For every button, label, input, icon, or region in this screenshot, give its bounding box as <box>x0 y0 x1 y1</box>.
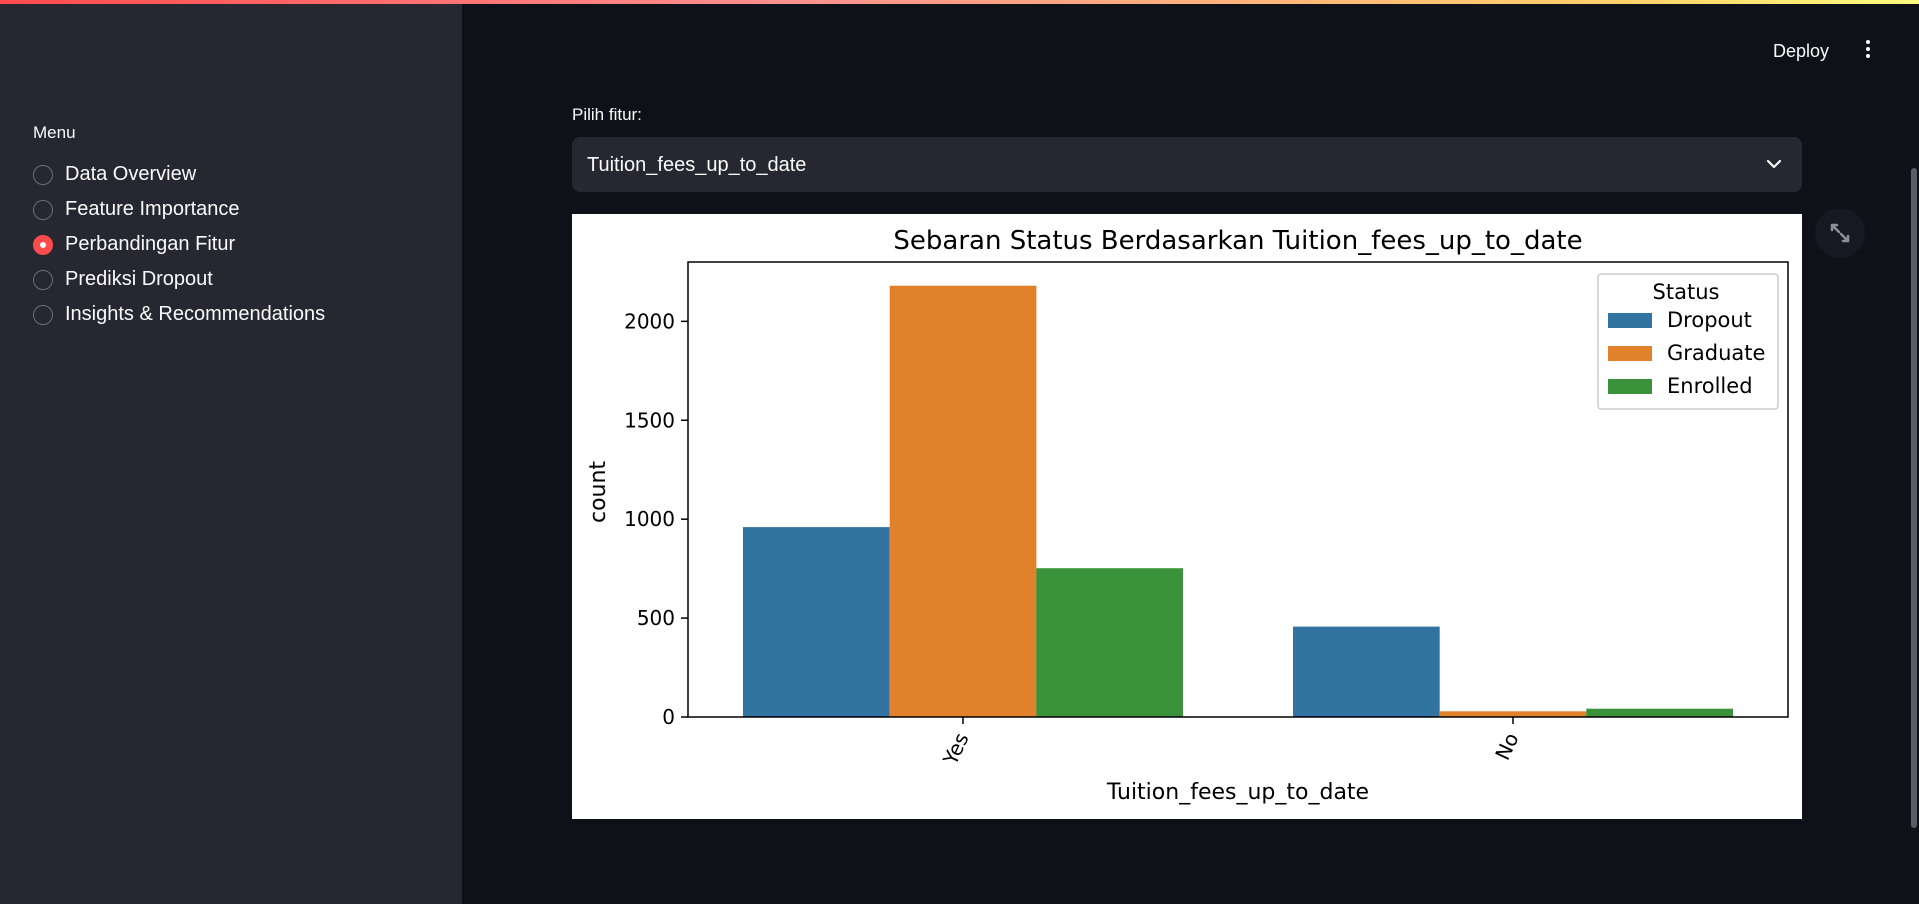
chart-title: Sebaran Status Berdasarkan Tuition_fees_… <box>893 226 1582 256</box>
y-tick-label: 500 <box>637 606 675 630</box>
y-axis-label: count <box>586 461 611 523</box>
menu-item-label: Insights & Recommendations <box>65 303 326 325</box>
y-tick-label: 2000 <box>624 309 675 333</box>
legend-title: Status <box>1653 280 1720 304</box>
fullscreen-expand-icon <box>1830 223 1850 243</box>
legend-label-graduate: Graduate <box>1667 341 1765 365</box>
y-axis: 0 500 1000 1500 2000 <box>624 309 688 729</box>
bar-enrolled-no <box>1586 708 1733 717</box>
menu-label: Menu <box>33 123 76 142</box>
menu-item-label: Data Overview <box>65 163 197 185</box>
bar-enrolled-yes <box>1036 568 1183 717</box>
legend: Status Dropout Graduate Enrolled <box>1597 273 1779 410</box>
legend-label-dropout: Dropout <box>1667 308 1752 332</box>
y-tick-label: 1000 <box>624 507 675 531</box>
radio-button[interactable] <box>33 199 53 220</box>
bar-dropout-no <box>1293 626 1440 717</box>
feature-select-value: Tuition_fees_up_to_date <box>587 154 807 176</box>
feature-select-label: Pilih fitur: <box>572 105 642 124</box>
x-tick-label: No <box>1490 729 1523 764</box>
legend-label-enrolled: Enrolled <box>1667 374 1753 398</box>
radio-button-selected[interactable] <box>33 234 53 255</box>
bar-graduate-yes <box>889 285 1037 717</box>
y-tick-label: 0 <box>662 705 675 729</box>
bars-group <box>743 285 1733 717</box>
x-tick-label: Yes <box>938 729 974 769</box>
menu-item-prediksi-dropout[interactable]: Prediksi Dropout <box>33 262 325 297</box>
sidebar: Menu Data Overview Feature Importance Pe… <box>0 4 462 904</box>
y-tick-label: 1500 <box>624 408 675 432</box>
scrollbar[interactable] <box>1911 168 1917 828</box>
radio-button[interactable] <box>33 269 53 290</box>
kebab-menu-icon[interactable] <box>1858 40 1878 64</box>
radio-button[interactable] <box>33 164 53 185</box>
menu-item-label: Prediksi Dropout <box>65 268 213 290</box>
bar-graduate-no <box>1439 711 1587 717</box>
menu-item-data-overview[interactable]: Data Overview <box>33 157 325 192</box>
menu-item-perbandingan-fitur[interactable]: Perbandingan Fitur <box>33 227 325 262</box>
bar-chart: Sebaran Status Berdasarkan Tuition_fees_… <box>586 226 1789 805</box>
legend-swatch-dropout <box>1608 313 1652 328</box>
chart-container: Sebaran Status Berdasarkan Tuition_fees_… <box>572 214 1802 819</box>
menu-item-feature-importance[interactable]: Feature Importance <box>33 192 325 227</box>
x-axis: Yes No <box>938 717 1524 769</box>
chevron-down-icon <box>1766 159 1782 169</box>
feature-select[interactable]: Tuition_fees_up_to_date <box>572 137 1802 192</box>
menu-radio-group: Data Overview Feature Importance Perband… <box>33 157 325 332</box>
radio-button[interactable] <box>33 304 53 325</box>
x-axis-label: Tuition_fees_up_to_date <box>1106 780 1369 805</box>
legend-swatch-enrolled <box>1608 379 1652 394</box>
bar-dropout-yes <box>743 527 890 717</box>
fullscreen-expand-button[interactable] <box>1815 208 1865 258</box>
menu-item-label: Feature Importance <box>65 198 240 220</box>
deploy-button[interactable]: Deploy <box>1773 41 1829 62</box>
menu-item-label: Perbandingan Fitur <box>65 233 236 255</box>
menu-item-insights-recommendations[interactable]: Insights & Recommendations <box>33 297 325 332</box>
legend-swatch-graduate <box>1608 346 1652 361</box>
